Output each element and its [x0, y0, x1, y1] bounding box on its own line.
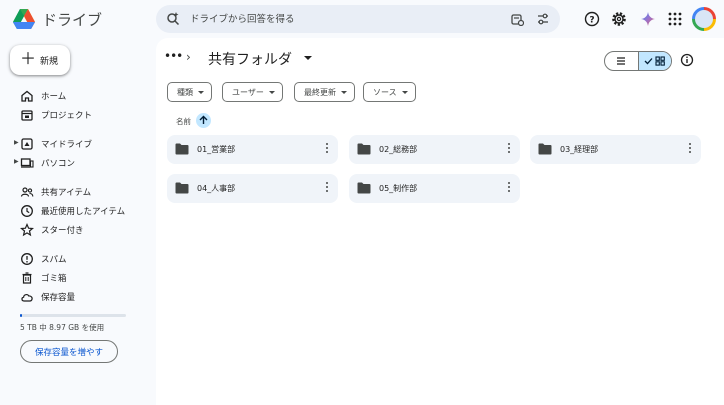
more-options-icon[interactable] — [688, 143, 692, 155]
sidebar-item-projects[interactable]: プロジェクト — [14, 106, 144, 124]
apps-grid-icon[interactable] — [667, 11, 683, 27]
grid-view-button[interactable] — [637, 52, 671, 70]
folder-icon — [357, 182, 371, 194]
search-options-icon[interactable] — [536, 12, 550, 26]
search-box[interactable] — [156, 5, 560, 33]
new-button[interactable]: ＋ 新規 — [10, 45, 70, 75]
cloud-icon — [21, 293, 33, 302]
sidebar-item-shared[interactable]: 共有アイテム — [14, 183, 144, 201]
folder-name: 04_人事部 — [197, 184, 236, 193]
search-input[interactable] — [190, 10, 480, 28]
breadcrumb-more-icon[interactable]: ••• — [164, 49, 183, 63]
view-toggle[interactable] — [604, 51, 672, 71]
list-view-icon — [617, 57, 626, 65]
project-icon — [21, 110, 33, 121]
recent-icon — [21, 205, 33, 217]
folder-card[interactable]: 03_経理部 — [530, 135, 701, 164]
storage-usage-fill — [20, 314, 23, 317]
filter-modified-chip[interactable]: 最終更新 — [294, 82, 355, 102]
folder-card[interactable]: 01_営業部 — [167, 135, 338, 164]
sidebar-item-label: スター付き — [41, 226, 84, 236]
storage-usage-bar — [20, 314, 126, 317]
search-chip-icon[interactable] — [510, 12, 524, 26]
breadcrumb-chevron-icon: › — [186, 50, 191, 64]
info-icon[interactable] — [680, 53, 694, 67]
folder-icon — [175, 143, 189, 155]
svg-text:?: ? — [589, 16, 594, 26]
folder-name: 03_経理部 — [560, 145, 599, 154]
filter-type-chip[interactable]: 種類 — [167, 82, 212, 102]
trash-icon — [22, 272, 32, 284]
sidebar-item-storage[interactable]: 保存容量 — [14, 288, 144, 306]
search-spark-icon[interactable] — [166, 11, 180, 25]
arrow-up-icon — [199, 115, 208, 124]
sidebar-item-label: 共有アイテム — [41, 188, 92, 198]
sidebar-item-home[interactable]: ホーム — [14, 87, 144, 105]
more-options-icon[interactable] — [325, 182, 329, 194]
home-icon — [21, 90, 33, 102]
folder-icon — [538, 143, 552, 155]
sidebar-item-label: パソコン — [41, 159, 76, 169]
sidebar-item-label: 保存容量 — [41, 293, 76, 303]
more-options-icon[interactable] — [507, 143, 511, 155]
spam-icon — [21, 253, 33, 265]
sidebar-item-starred[interactable]: スター付き — [14, 221, 144, 239]
folder-icon — [175, 182, 189, 194]
more-options-icon[interactable] — [325, 143, 329, 155]
main-panel: ••• › 共有フォルダ 種類 ユーザー 最終更新 ソース 名前 01_営業部 … — [156, 38, 724, 405]
sort-direction-button[interactable] — [196, 113, 211, 128]
sidebar-item-label: ゴミ箱 — [41, 274, 67, 284]
page-title[interactable]: 共有フォルダ — [208, 49, 292, 69]
check-grid-icon — [644, 56, 665, 66]
filter-people-chip[interactable]: ユーザー — [222, 82, 283, 102]
sort-label[interactable]: 名前 — [176, 116, 191, 127]
expand-caret-icon[interactable]: ▶ — [14, 158, 19, 165]
account-avatar[interactable] — [692, 7, 716, 31]
expand-caret-icon[interactable]: ▶ — [14, 139, 19, 146]
folder-name: 01_営業部 — [197, 145, 236, 154]
shared-icon — [20, 187, 34, 197]
top-bar: ドライブ ? — [0, 0, 724, 38]
more-options-icon[interactable] — [507, 182, 511, 194]
sidebar-item-recent[interactable]: 最近使用したアイテム — [14, 202, 144, 220]
filter-source-chip[interactable]: ソース — [363, 82, 416, 102]
sidebar-item-spam[interactable]: スパム — [14, 250, 144, 268]
sidebar-item-label: 最近使用したアイテム — [41, 207, 126, 217]
my-drive-icon — [21, 138, 33, 150]
gear-icon[interactable] — [611, 11, 627, 27]
title-dropdown-icon[interactable] — [304, 56, 312, 60]
folder-icon — [357, 143, 371, 155]
sidebar-item-label: プロジェクト — [41, 111, 93, 121]
sidebar-item-label: スパム — [41, 255, 67, 265]
help-icon[interactable]: ? — [584, 11, 600, 27]
sidebar-item-label: ホーム — [41, 92, 67, 102]
new-button-label: 新規 — [40, 57, 59, 67]
folder-card[interactable]: 05_制作部 — [349, 174, 520, 203]
get-more-storage-button[interactable]: 保存容量を増やす — [20, 340, 118, 363]
sidebar-item-trash[interactable]: ゴミ箱 — [14, 269, 144, 287]
star-icon — [20, 223, 34, 237]
sidebar-item-my-drive[interactable]: ▶ マイドライブ — [14, 135, 144, 153]
sidebar-item-label: マイドライブ — [41, 140, 93, 150]
gemini-spark-icon[interactable] — [640, 11, 656, 27]
folder-name: 05_制作部 — [379, 184, 418, 193]
plus-icon: ＋ — [20, 49, 37, 68]
drive-logo-icon[interactable] — [12, 8, 36, 30]
list-view-button[interactable] — [605, 52, 638, 70]
sidebar-item-computers[interactable]: ▶ パソコン — [14, 154, 144, 172]
storage-usage-text: 5 TB 中 8.97 GB を使用 — [20, 323, 105, 332]
folder-card[interactable]: 02_総務部 — [349, 135, 520, 164]
computer-icon — [20, 158, 34, 168]
folder-card[interactable]: 04_人事部 — [167, 174, 338, 203]
app-title: ドライブ — [42, 11, 103, 29]
folder-name: 02_総務部 — [379, 145, 418, 154]
